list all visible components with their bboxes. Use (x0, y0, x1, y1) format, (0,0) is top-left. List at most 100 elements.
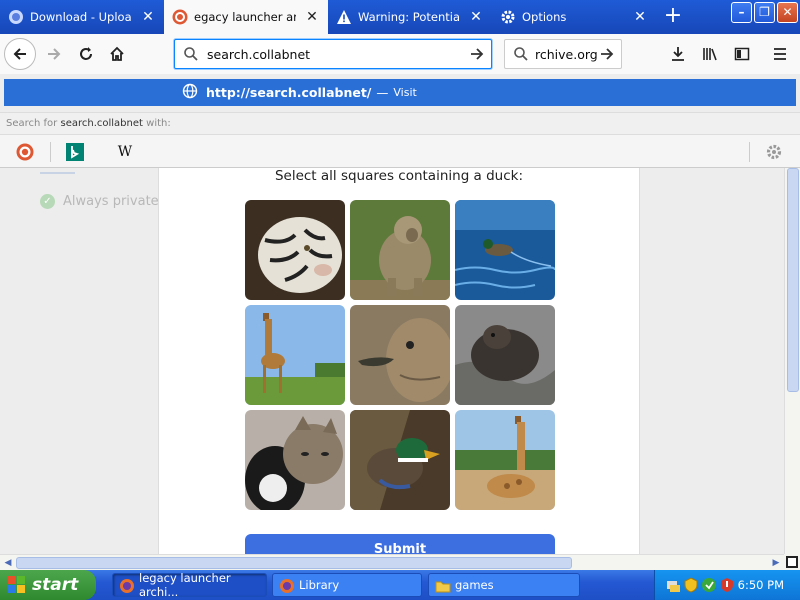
restore-button[interactable]: ❐ (754, 2, 775, 23)
close-icon[interactable]: ✕ (632, 9, 648, 25)
suggestion-action: Visit (393, 86, 417, 99)
downloads-button[interactable] (666, 42, 690, 66)
back-arrow-icon (13, 48, 26, 60)
wikipedia-icon[interactable]: W (115, 142, 135, 162)
page-content: ✓ Always private Select all squares cont… (0, 168, 784, 554)
captcha-tile-mallard[interactable] (350, 410, 450, 510)
vertical-scrollbar[interactable] (784, 168, 800, 554)
scroll-left-icon[interactable]: ◀ (0, 555, 16, 571)
shield-icon[interactable] (683, 577, 699, 593)
captcha-tile-duck-head[interactable] (350, 305, 450, 405)
hint-prefix: Search for (6, 118, 58, 129)
captcha-tile-tiger[interactable] (245, 200, 345, 300)
sidebar-button[interactable] (730, 42, 754, 66)
library-button[interactable] (698, 42, 722, 66)
captcha-panel: Select all squares containing a duck: Su… (158, 168, 640, 554)
separator (749, 142, 750, 162)
horizontal-scrollbar[interactable]: ◀ ▶ (0, 554, 784, 570)
horizontal-scroll-thumb[interactable] (16, 557, 572, 569)
taskbar: start legacy launcher archi... Library g… (0, 570, 800, 600)
captcha-grid (245, 200, 557, 510)
vertical-scroll-thumb[interactable] (787, 168, 799, 392)
clock: 6:50 PM (737, 578, 784, 592)
forward-button[interactable] (40, 40, 68, 68)
captcha-tile-giraffe-resting[interactable] (455, 410, 555, 510)
duckduckgo-icon[interactable] (15, 142, 35, 162)
reload-icon (80, 47, 92, 60)
update-icon[interactable] (701, 577, 717, 593)
firefox-icon (120, 579, 134, 593)
tab-strip: Download - UploadNo ✕ egacy launcher arc… (0, 0, 800, 34)
tab-download[interactable]: Download - UploadNo ✕ (0, 0, 164, 34)
feature-label: Always private (63, 194, 159, 209)
forward-arrow-icon (48, 48, 61, 60)
firefox-icon (280, 579, 294, 593)
scroll-right-icon[interactable]: ▶ (768, 555, 784, 571)
search-input[interactable]: rchive.org (535, 47, 598, 62)
back-button[interactable] (4, 38, 36, 70)
start-label: start (32, 575, 79, 595)
window-controls: – ❐ ✕ (731, 2, 798, 23)
close-icon[interactable]: ✕ (468, 9, 484, 25)
bing-icon[interactable] (65, 142, 85, 162)
task-label: legacy launcher archi... (139, 571, 231, 599)
close-icon[interactable]: ✕ (140, 9, 156, 25)
hint-query: search.collabnet (60, 118, 143, 129)
resize-grip-icon[interactable] (786, 556, 798, 568)
url-input[interactable]: search.collabnet (207, 47, 310, 62)
close-window-button[interactable]: ✕ (777, 2, 798, 23)
autocomplete-suggestion[interactable]: http://search.collabnet/ — Visit (4, 79, 796, 106)
divider (40, 172, 75, 174)
submit-button[interactable]: Submit (245, 534, 555, 554)
tab-warning[interactable]: Warning: Potential Se ✕ (328, 0, 492, 34)
taskbar-item-games[interactable]: games (428, 573, 580, 597)
network-icon[interactable] (665, 577, 681, 593)
captcha-tile-duck-swimming[interactable] (455, 200, 555, 300)
security-alert-icon[interactable] (719, 577, 735, 593)
tab-label: egacy launcher archi (194, 10, 296, 24)
suggestion-separator: — (376, 85, 389, 100)
captcha-tile-giraffe[interactable] (245, 305, 345, 405)
gear-icon (500, 9, 516, 25)
go-arrow-icon[interactable] (599, 46, 615, 65)
sidebar-icon (734, 47, 750, 61)
check-circle-icon: ✓ (40, 194, 55, 209)
library-icon (703, 48, 717, 61)
tab-label: Download - UploadNo (30, 10, 132, 24)
taskbar-item-library[interactable]: Library (272, 573, 422, 597)
tab-label: Options (522, 10, 567, 24)
separator (50, 142, 51, 162)
search-bar[interactable]: rchive.org (504, 39, 622, 69)
search-with-hint: Search for search.collabnet with: (0, 112, 800, 134)
tab-legacy-launcher[interactable]: egacy launcher archi ✕ (164, 0, 328, 34)
tab-label: Warning: Potential Se (358, 10, 460, 24)
captcha-tile-seal[interactable] (455, 305, 555, 405)
search-icon (183, 46, 199, 65)
duckduckgo-icon (172, 9, 188, 25)
suggestion-url: http://search.collabnet/ (206, 85, 372, 100)
menu-button[interactable] (768, 42, 792, 66)
captcha-tile-cat[interactable] (245, 410, 345, 510)
close-icon[interactable]: ✕ (304, 9, 320, 25)
navigation-toolbar: search.collabnet rchive.org (0, 34, 800, 74)
task-label: Library (299, 578, 340, 592)
start-button[interactable]: start (0, 570, 96, 600)
home-icon (110, 46, 124, 61)
task-label: games (455, 578, 494, 592)
reload-button[interactable] (72, 40, 100, 68)
search-settings-gear-icon[interactable] (764, 142, 784, 162)
tab-options[interactable]: Options ✕ (492, 0, 656, 34)
hint-suffix: with: (146, 118, 171, 129)
windows-logo-icon (8, 576, 25, 593)
url-bar[interactable]: search.collabnet (174, 39, 492, 69)
search-icon (513, 46, 529, 65)
new-tab-button[interactable]: + (656, 0, 690, 34)
captcha-tile-baboon[interactable] (350, 200, 450, 300)
taskbar-item-firefox[interactable]: legacy launcher archi... (112, 571, 267, 599)
go-arrow-icon[interactable] (469, 46, 485, 65)
globe-icon (182, 83, 198, 102)
system-tray: 6:50 PM (654, 570, 800, 600)
minimize-button[interactable]: – (731, 2, 752, 23)
home-button[interactable] (103, 40, 131, 68)
hamburger-icon (774, 48, 786, 60)
